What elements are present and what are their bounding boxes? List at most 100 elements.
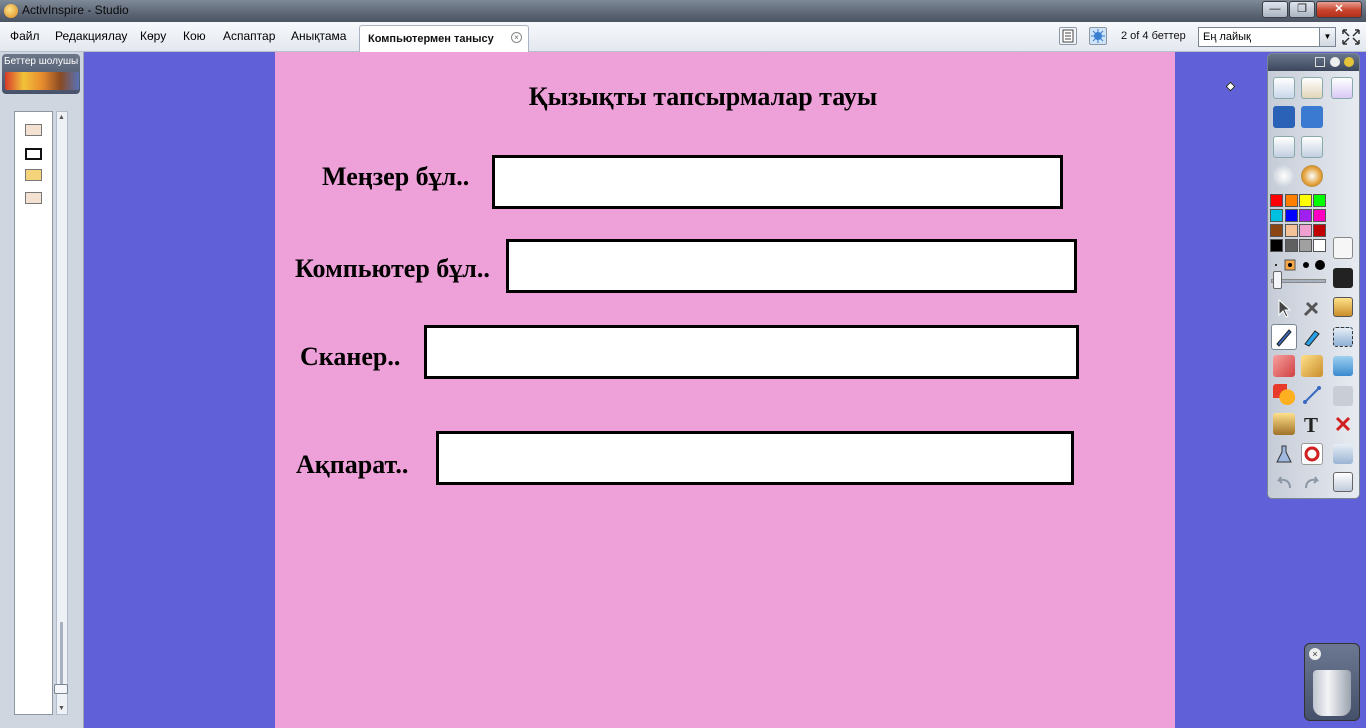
page-browser-panel: Беттер шолушысы ▲ ▼ [0, 52, 84, 728]
next-page-icon[interactable] [1301, 136, 1323, 158]
flask-icon[interactable] [1273, 443, 1295, 465]
trash-can[interactable]: × [1304, 643, 1360, 721]
menu-bar: Файл Редакциялау Көру Кою Аспаптар Анықт… [0, 22, 1366, 52]
pen-width-slider-handle[interactable] [1273, 271, 1282, 289]
desktop-annotate-icon[interactable] [1089, 27, 1107, 45]
color-swatch[interactable] [1313, 209, 1326, 222]
web-browser-icon[interactable] [1301, 165, 1323, 187]
answer-box-pointer[interactable] [492, 155, 1063, 209]
page-thumbnail[interactable] [25, 169, 42, 181]
answer-box-information[interactable] [436, 431, 1074, 485]
browser-header-text: Беттер шолушысы [4, 56, 78, 67]
tab-close-icon[interactable]: × [511, 32, 522, 43]
trash-can-icon [1313, 670, 1351, 716]
shape-icon[interactable] [1273, 384, 1295, 406]
toolbox-header[interactable] [1268, 54, 1359, 71]
minimize-button[interactable]: — [1262, 1, 1288, 18]
zoom-dropdown[interactable]: Ең лайық ▼ [1198, 27, 1336, 47]
save-icon[interactable] [1333, 268, 1353, 288]
previous-page-icon[interactable] [1273, 136, 1295, 158]
row-label-computer: Компьютер бұл.. [295, 254, 490, 283]
svg-text:T: T [1304, 413, 1318, 435]
color-swatch[interactable] [1270, 209, 1283, 222]
fullscreen-icon[interactable] [1341, 28, 1361, 46]
eraser-icon[interactable] [1273, 355, 1295, 377]
text-tool-icon[interactable]: T [1301, 413, 1323, 437]
paste-icon[interactable] [1333, 297, 1353, 317]
menu-edit[interactable]: Редакциялау [55, 29, 127, 43]
desktop-tools-icon[interactable] [1301, 106, 1323, 128]
tools-icon[interactable] [1301, 297, 1323, 319]
color-swatch[interactable] [1299, 209, 1312, 222]
select-arrow-icon[interactable] [1273, 297, 1295, 319]
menu-file[interactable]: Файл [10, 29, 40, 43]
menu-help[interactable]: Анықтама [291, 29, 346, 43]
color-swatch[interactable] [1285, 194, 1298, 207]
page-thumbnail[interactable] [25, 192, 42, 204]
color-swatch[interactable] [1313, 194, 1326, 207]
refresh-icon[interactable] [1301, 443, 1323, 465]
color-swatch[interactable] [1270, 239, 1283, 252]
color-swatch[interactable] [1285, 224, 1298, 237]
color-swatch[interactable] [1313, 224, 1326, 237]
activinspire-app-icon [4, 4, 18, 18]
color-swatch[interactable] [1285, 239, 1298, 252]
color-swatch[interactable] [1270, 194, 1283, 207]
scroll-up-icon[interactable]: ▲ [58, 114, 65, 121]
reset-page-icon[interactable] [1333, 356, 1353, 376]
clipboard-icon[interactable] [1333, 472, 1353, 492]
desktop-annotate-tool-icon[interactable] [1273, 106, 1295, 128]
toolbox-collapse-icon[interactable] [1330, 57, 1340, 67]
browser-header: Беттер шолушысы [2, 54, 80, 94]
menu-view[interactable]: Көру [140, 29, 166, 43]
maximize-button[interactable]: ❐ [1289, 1, 1315, 18]
color-swatch[interactable] [1299, 194, 1312, 207]
delete-icon[interactable] [1333, 414, 1353, 434]
screen-shade-icon[interactable] [1333, 444, 1353, 464]
color-swatch[interactable] [1313, 239, 1326, 252]
thumbnail-size-slider[interactable] [60, 622, 63, 692]
page-thumbnail-selected[interactable] [25, 148, 42, 160]
resource-library-icon[interactable] [1273, 413, 1295, 435]
page-thumbnail[interactable] [25, 124, 42, 136]
close-button[interactable]: ✕ [1316, 1, 1362, 18]
answer-box-scanner[interactable] [424, 325, 1079, 379]
undo-icon[interactable] [1273, 472, 1295, 494]
page-view-icon[interactable] [1059, 27, 1077, 45]
color-swatch[interactable] [1299, 224, 1312, 237]
redo-icon[interactable] [1301, 472, 1323, 494]
pen-size-selector[interactable] [1271, 258, 1331, 272]
page-count: 2 of 4 беттер [1121, 30, 1186, 42]
camera-icon[interactable] [1333, 327, 1353, 347]
pen-tool-icon[interactable] [1271, 324, 1297, 350]
fill-icon[interactable] [1301, 355, 1323, 377]
slider-handle[interactable] [54, 684, 68, 694]
play-icon[interactable] [1273, 165, 1295, 187]
answer-box-computer[interactable] [506, 239, 1077, 293]
chevron-down-icon[interactable]: ▼ [1319, 28, 1335, 46]
menu-insert[interactable]: Кою [183, 29, 206, 43]
zoom-value: Ең лайық [1203, 31, 1251, 43]
connector-icon[interactable] [1301, 384, 1323, 406]
toolbox-pin-icon[interactable] [1344, 57, 1354, 67]
clear-icon[interactable] [1333, 386, 1353, 406]
window-title-bar: ActivInspire - Studio — ❐ ✕ [0, 0, 1366, 22]
flipchart-page[interactable]: Қызықты тапсырмалар тауы Меңзер бұл.. Ко… [275, 52, 1175, 728]
design-mode-icon[interactable] [1331, 77, 1353, 99]
color-swatch[interactable] [1299, 239, 1312, 252]
color-swatch[interactable] [1285, 209, 1298, 222]
scroll-down-icon[interactable]: ▼ [58, 705, 65, 712]
browser-tabs-icon[interactable] [5, 72, 79, 90]
main-menu-icon[interactable] [1273, 77, 1295, 99]
window-title: ActivInspire - Studio [22, 3, 129, 17]
menu-tools[interactable]: Аспаптар [223, 29, 275, 43]
highlighter-icon[interactable] [1301, 325, 1323, 347]
color-swatch[interactable] [1270, 224, 1283, 237]
trash-close-icon[interactable]: × [1309, 648, 1321, 660]
profile-icon[interactable] [1301, 77, 1323, 99]
row-label-scanner: Сканер.. [300, 342, 401, 371]
tab-flipchart[interactable]: Компьютермен танысу × [359, 25, 529, 52]
copy-page-icon[interactable] [1333, 237, 1353, 259]
row-label-information: Ақпарат.. [296, 450, 409, 479]
toolbox-mode-icon[interactable] [1315, 57, 1325, 67]
